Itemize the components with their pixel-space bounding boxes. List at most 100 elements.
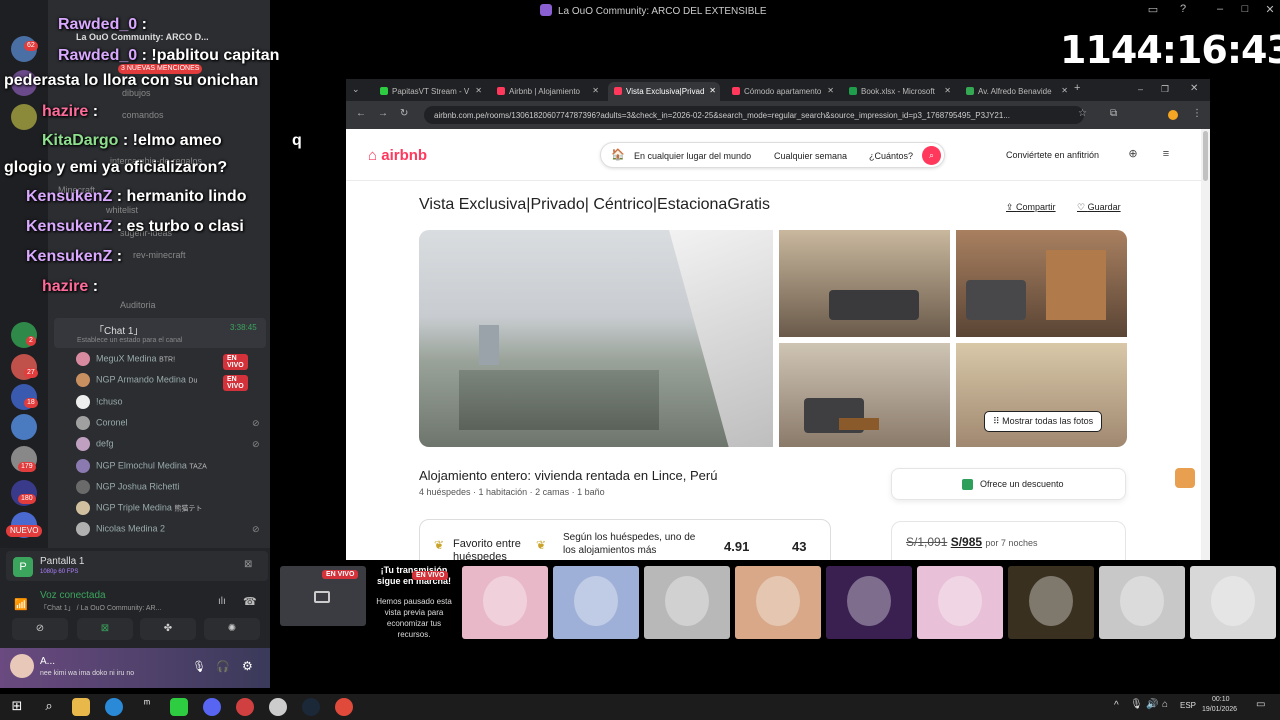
- disconnect-icon[interactable]: ☎: [243, 595, 257, 608]
- server-icon[interactable]: [11, 104, 37, 130]
- windows-start-icon[interactable]: ⊞: [8, 698, 26, 716]
- menu-icon[interactable]: ⋮: [1192, 108, 1202, 119]
- voice-member[interactable]: MeguX Medina BTR!: [76, 352, 296, 370]
- tab-close-icon[interactable]: ✕: [592, 86, 599, 95]
- globe-icon[interactable]: ⊕: [1125, 146, 1141, 162]
- guest-favorite-card[interactable]: ❦ Favorito entre huéspedes ❦ Según los h…: [419, 519, 831, 560]
- scrollbar-thumb[interactable]: [1203, 131, 1208, 181]
- voice-member[interactable]: NGP Armando Medina Du: [76, 373, 296, 391]
- screen-share-button[interactable]: ⊠: [77, 618, 133, 640]
- participant-tile[interactable]: [1190, 566, 1276, 639]
- become-host-link[interactable]: Conviértete en anfitrión: [1006, 150, 1099, 160]
- mic-icon[interactable]: 🎙: [1130, 699, 1143, 710]
- voice-member[interactable]: Coronel: [76, 415, 296, 434]
- scrollbar[interactable]: [1201, 129, 1210, 560]
- language-indicator[interactable]: ESP: [1180, 701, 1196, 710]
- voice-member[interactable]: defg: [76, 437, 296, 455]
- network-icon[interactable]: ⌂: [1162, 699, 1168, 710]
- camera-off-button[interactable]: ⊘: [12, 618, 68, 640]
- clock-time[interactable]: 00:10: [1212, 696, 1230, 703]
- tab-close-icon[interactable]: ✕: [827, 86, 834, 95]
- headphones-icon[interactable]: 🎧: [216, 660, 230, 673]
- tab-close-icon[interactable]: ✕: [944, 86, 951, 95]
- browser-tab[interactable]: Book.xlsx - Microsoft ✕: [843, 82, 955, 101]
- tab-close-icon[interactable]: ✕: [709, 86, 716, 95]
- mic-icon[interactable]: 🎙: [192, 660, 206, 673]
- living-room-photo[interactable]: [779, 230, 950, 337]
- kick-icon[interactable]: [170, 698, 188, 716]
- help-icon[interactable]: ?: [1175, 3, 1191, 15]
- volume-icon[interactable]: 🔊: [1146, 699, 1158, 710]
- participant-tile[interactable]: [462, 566, 548, 639]
- channel-item[interactable]: whitelist: [106, 205, 138, 215]
- voice-member[interactable]: !chuso: [76, 394, 296, 413]
- discord-icon[interactable]: [203, 698, 221, 716]
- discount-button[interactable]: Ofrece un descuento: [891, 468, 1126, 500]
- sofa-photo[interactable]: [956, 230, 1127, 337]
- activities-button[interactable]: ✤: [140, 618, 196, 640]
- maximize-button[interactable]: □: [1237, 3, 1253, 15]
- app-icon[interactable]: ᵐ: [138, 698, 156, 716]
- browser-tab[interactable]: Av. Alfredo Benavide ✕: [960, 82, 1072, 101]
- bedroom-photo[interactable]: ⠿ Mostrar todas las fotos: [956, 343, 1127, 447]
- extensions-icon[interactable]: ⧉: [1110, 108, 1117, 119]
- chrome-icon[interactable]: [335, 698, 353, 716]
- file-explorer-icon[interactable]: [72, 698, 90, 716]
- close-button[interactable]: ✕: [1262, 3, 1278, 16]
- monitor-icon[interactable]: ▭: [1145, 3, 1161, 16]
- voice-member[interactable]: Nicolas Medina 2: [76, 522, 296, 540]
- new-tab-icon[interactable]: +: [1074, 82, 1080, 94]
- voice-connected-sub[interactable]: 「Chat 1」 / La OuO Community: AR...: [40, 603, 161, 613]
- soundboard-button[interactable]: ✺: [204, 618, 260, 640]
- browser-tab[interactable]: Vista Exclusiva|Privad ✕: [608, 82, 720, 101]
- avatar[interactable]: [10, 654, 34, 678]
- tray-chevron-icon[interactable]: ^: [1114, 700, 1119, 711]
- participant-tile[interactable]: [1099, 566, 1185, 639]
- forward-icon[interactable]: →: [378, 108, 388, 119]
- back-icon[interactable]: ←: [356, 108, 366, 119]
- channel-item[interactable]: rev-minecraft: [133, 250, 186, 260]
- new-price[interactable]: S/985: [951, 535, 982, 549]
- screen-share-card[interactable]: P Pantalla 1 1080p 60 FPS ⊠: [6, 551, 268, 581]
- search-icon[interactable]: ⌕: [40, 698, 58, 716]
- stream-preview[interactable]: EN VIVO: [280, 566, 366, 626]
- profile-icon[interactable]: [1168, 110, 1178, 120]
- settings-gear-icon[interactable]: ⚙: [242, 659, 253, 673]
- participant-tile[interactable]: [553, 566, 639, 639]
- minimize-button[interactable]: –: [1212, 3, 1228, 15]
- edge-icon[interactable]: [105, 698, 123, 716]
- show-all-photos-button[interactable]: ⠿ Mostrar todas las fotos: [984, 411, 1103, 432]
- voice-member[interactable]: NGP Joshua Richetti: [76, 479, 296, 498]
- channel-item[interactable]: comandos: [122, 110, 164, 120]
- participant-tile[interactable]: [735, 566, 821, 639]
- search-icon[interactable]: ⌕: [922, 146, 941, 165]
- save-button[interactable]: ♡ Guardar: [1077, 202, 1121, 213]
- app-icon[interactable]: [269, 698, 287, 716]
- tab-close-icon[interactable]: ✕: [1061, 86, 1068, 95]
- stop-share-icon[interactable]: ⊠: [244, 559, 252, 570]
- noise-icon[interactable]: ılı: [218, 596, 226, 607]
- search-bar[interactable]: 🏠 En cualquier lugar del mundo Cualquier…: [600, 142, 945, 168]
- reload-icon[interactable]: ↻: [400, 108, 408, 119]
- clock-date[interactable]: 19/01/2026: [1202, 706, 1237, 713]
- obs-icon[interactable]: [236, 698, 254, 716]
- voice-member[interactable]: NGP Elmochul Medina TAZA: [76, 458, 296, 477]
- close-icon[interactable]: ✕: [1190, 83, 1198, 94]
- share-button[interactable]: ⇪ Compartir: [1006, 202, 1056, 213]
- restore-icon[interactable]: ❐: [1161, 84, 1169, 95]
- search-when[interactable]: Cualquier semana: [774, 151, 847, 161]
- browser-tab[interactable]: Airbnb | Alojamiento ✕: [491, 82, 603, 101]
- channel-item[interactable]: Auditoria: [120, 300, 156, 310]
- server-icon[interactable]: [11, 414, 37, 440]
- voice-channel-status[interactable]: Establece un estado para el canal: [77, 337, 182, 344]
- search-where[interactable]: En cualquier lugar del mundo: [634, 151, 751, 161]
- tab-close-icon[interactable]: ✕: [475, 86, 482, 95]
- airbnb-logo[interactable]: ⌂ airbnb: [368, 147, 427, 164]
- user-menu-icon[interactable]: ≡: [1158, 146, 1174, 162]
- browser-tab[interactable]: PapitasVT Stream - V ✕: [374, 82, 486, 101]
- participant-tile[interactable]: [826, 566, 912, 639]
- search-who[interactable]: ¿Cuántos?: [869, 151, 913, 161]
- dining-photo[interactable]: [779, 343, 950, 447]
- main-photo[interactable]: [419, 230, 773, 447]
- bookmark-star-icon[interactable]: ☆: [1078, 108, 1087, 119]
